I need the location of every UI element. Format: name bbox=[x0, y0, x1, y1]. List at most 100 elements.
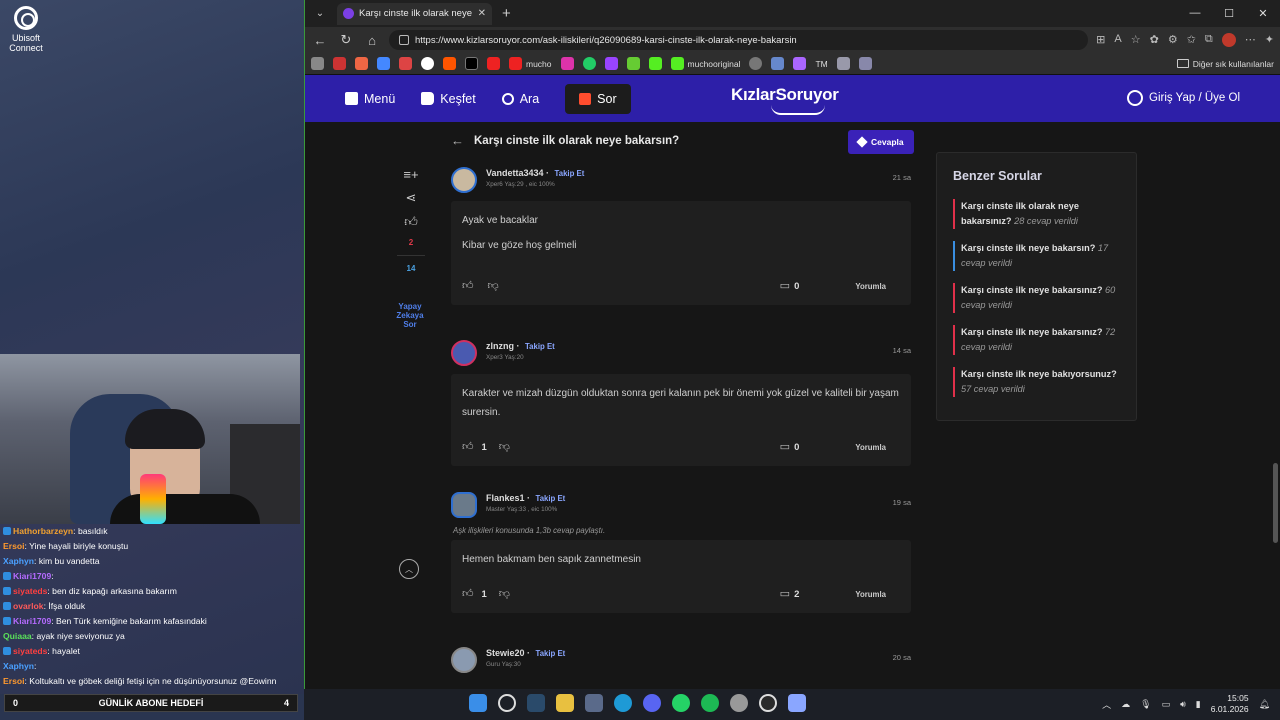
bookmark-icon[interactable] bbox=[793, 57, 807, 70]
other-bookmarks[interactable]: Diğer sık kullanılanlar bbox=[1176, 59, 1274, 69]
tab-active[interactable]: Karşı cinste ilk olarak neye bakarsın ✕ bbox=[337, 2, 492, 25]
url-field[interactable]: https://www.kizlarsoruyor.com/ask-iliski… bbox=[389, 30, 1089, 50]
minimize-icon[interactable]: — bbox=[1178, 7, 1212, 20]
thumbs-up-icon[interactable]: 👍︎ bbox=[462, 277, 474, 296]
similar-question-link[interactable]: Karşı cinste ilk neye bakarsın? 17 cevap… bbox=[953, 241, 1120, 271]
bookmark-muchooriginal[interactable]: muchooriginal bbox=[670, 57, 740, 70]
answer-username[interactable]: Stewie20 bbox=[486, 648, 525, 658]
app-icon[interactable]: ⊞ bbox=[1096, 33, 1105, 47]
nav-discover[interactable]: Keşfet bbox=[421, 92, 476, 106]
home-icon[interactable]: ⌂ bbox=[363, 33, 381, 48]
new-tab-icon[interactable]: + bbox=[502, 5, 511, 22]
similar-question-link[interactable]: Karşı cinste ilk neye bakarsınız? 60 cev… bbox=[953, 283, 1120, 313]
page-scrollbar[interactable] bbox=[1273, 463, 1278, 543]
avatar[interactable] bbox=[451, 492, 477, 518]
share-icon[interactable]: ⋖ bbox=[406, 190, 417, 206]
reload-icon[interactable]: ↻ bbox=[337, 32, 355, 48]
bookmark-tm[interactable]: TM bbox=[815, 59, 827, 69]
reply-button[interactable]: Yorumla bbox=[855, 438, 886, 457]
answer-button[interactable]: Cevapla bbox=[848, 130, 914, 154]
bookmark-icon[interactable] bbox=[858, 57, 872, 70]
bookmark-icon[interactable] bbox=[626, 57, 640, 70]
follow-button[interactable]: Takip Et bbox=[525, 342, 555, 351]
reply-button[interactable]: Yorumla bbox=[855, 585, 886, 604]
tab-actions-chevron-icon[interactable]: ⌄ bbox=[309, 4, 331, 24]
volume-icon[interactable]: 🔊︎ bbox=[1180, 699, 1186, 710]
close-window-icon[interactable]: ✕ bbox=[1246, 7, 1280, 20]
similar-question-link[interactable]: Karşı cinste ilk neye bakarsınız? 72 cev… bbox=[953, 325, 1120, 355]
maximize-icon[interactable]: ☐ bbox=[1212, 7, 1246, 20]
avatar[interactable] bbox=[451, 647, 477, 673]
follow-button[interactable]: Takip Et bbox=[536, 494, 566, 503]
google-icon[interactable] bbox=[421, 57, 434, 70]
login-link[interactable]: Giriş Yap / Üye Ol bbox=[1127, 90, 1240, 106]
edge-icon[interactable] bbox=[614, 694, 632, 712]
extensions-icon[interactable]: ✿ bbox=[1150, 33, 1159, 47]
bookmark-icon[interactable] bbox=[771, 57, 785, 70]
tray-app-icon[interactable]: ☁ bbox=[1121, 699, 1130, 710]
x-icon[interactable] bbox=[465, 57, 478, 70]
extension-icon[interactable]: ⚙ bbox=[1168, 33, 1178, 47]
notification-icon[interactable]: 🔔︎ bbox=[1259, 699, 1270, 710]
collections-icon[interactable]: ⧉ bbox=[1205, 33, 1213, 47]
bookmark-icon[interactable] bbox=[355, 57, 368, 70]
store-icon[interactable] bbox=[585, 694, 603, 712]
similar-question-link[interactable]: Karşı cinste ilk neye bakıyorsunuz? 57 c… bbox=[953, 367, 1120, 397]
more-menu-icon[interactable]: ⋯ bbox=[1245, 33, 1256, 47]
network-icon[interactable]: ▭ bbox=[1162, 699, 1171, 710]
bookmark-icon[interactable] bbox=[749, 57, 763, 70]
discord-icon[interactable] bbox=[643, 694, 661, 712]
gmail-icon[interactable] bbox=[399, 57, 412, 70]
start-icon[interactable] bbox=[469, 694, 487, 712]
app-icon[interactable] bbox=[788, 694, 806, 712]
clock[interactable]: 15:05 6.01.2026 bbox=[1211, 693, 1249, 715]
scroll-top-icon[interactable]: ︿ bbox=[399, 559, 419, 579]
ask-ai-button[interactable]: Yapay Zekaya Sor bbox=[393, 302, 427, 329]
obs-icon[interactable] bbox=[759, 694, 777, 712]
back-icon[interactable]: ← bbox=[311, 33, 329, 48]
copilot-icon[interactable]: ✦ bbox=[1265, 33, 1274, 47]
favorite-star-icon[interactable]: ☆ bbox=[1131, 33, 1141, 47]
steam-icon[interactable] bbox=[527, 694, 545, 712]
bookmark-icon[interactable] bbox=[333, 57, 346, 70]
answer-username[interactable]: Vandetta3434 bbox=[486, 168, 544, 178]
twitch-icon[interactable] bbox=[604, 57, 618, 70]
bookmark-mucho[interactable]: mucho bbox=[509, 57, 552, 70]
favorites-icon[interactable]: ✩ bbox=[1187, 33, 1196, 47]
answer-username[interactable]: zlnzng bbox=[486, 341, 514, 351]
read-aloud-icon[interactable]: A bbox=[1114, 33, 1121, 47]
back-arrow-icon[interactable]: ← bbox=[451, 133, 464, 148]
thumbs-down-icon[interactable]: 👎︎ bbox=[499, 438, 510, 457]
add-to-list-icon[interactable]: ≡+ bbox=[403, 167, 418, 182]
reply-button[interactable]: Yorumla bbox=[855, 277, 886, 296]
follow-button[interactable]: Takip Et bbox=[555, 169, 585, 178]
whatsapp-icon[interactable] bbox=[582, 57, 596, 70]
whatsapp-icon[interactable] bbox=[672, 694, 690, 712]
spotify-icon[interactable] bbox=[701, 694, 719, 712]
nav-search[interactable]: Ara bbox=[501, 92, 539, 106]
thumbs-up-icon[interactable]: 👍︎ bbox=[462, 585, 474, 604]
reddit-icon[interactable] bbox=[443, 57, 456, 70]
answer-username[interactable]: Flankes1 bbox=[486, 493, 525, 503]
comment-count[interactable]: ▭ 2 bbox=[780, 585, 800, 604]
similar-question-link[interactable]: Karşı cinste ilk olarak neye bakarsınız?… bbox=[953, 199, 1120, 229]
kick-icon[interactable] bbox=[648, 57, 662, 70]
tab-close-icon[interactable]: ✕ bbox=[478, 8, 486, 19]
battery-icon[interactable]: ▮ bbox=[1196, 699, 1201, 710]
mic-icon[interactable]: 🎙︎ bbox=[1140, 699, 1151, 710]
thumbs-down-icon[interactable]: 👎︎ bbox=[499, 585, 510, 604]
bookmark-icon[interactable] bbox=[377, 57, 390, 70]
bookmark-icon[interactable] bbox=[836, 57, 850, 70]
avatar[interactable] bbox=[451, 167, 477, 193]
thumbs-down-icon[interactable]: 👎︎ bbox=[488, 277, 499, 296]
youtube-icon[interactable] bbox=[487, 57, 500, 70]
instagram-icon[interactable] bbox=[560, 57, 574, 70]
site-logo[interactable]: KızlarSoruyor bbox=[731, 85, 839, 115]
thumbs-up-icon[interactable]: 👍︎ bbox=[462, 438, 474, 457]
profile-avatar[interactable] bbox=[1221, 33, 1236, 47]
follow-button[interactable]: Takip Et bbox=[536, 649, 566, 658]
nav-menu[interactable]: Menü bbox=[345, 92, 395, 106]
app-icon[interactable] bbox=[730, 694, 748, 712]
file-explorer-icon[interactable] bbox=[556, 694, 574, 712]
comment-count[interactable]: ▭ 0 bbox=[780, 277, 800, 296]
